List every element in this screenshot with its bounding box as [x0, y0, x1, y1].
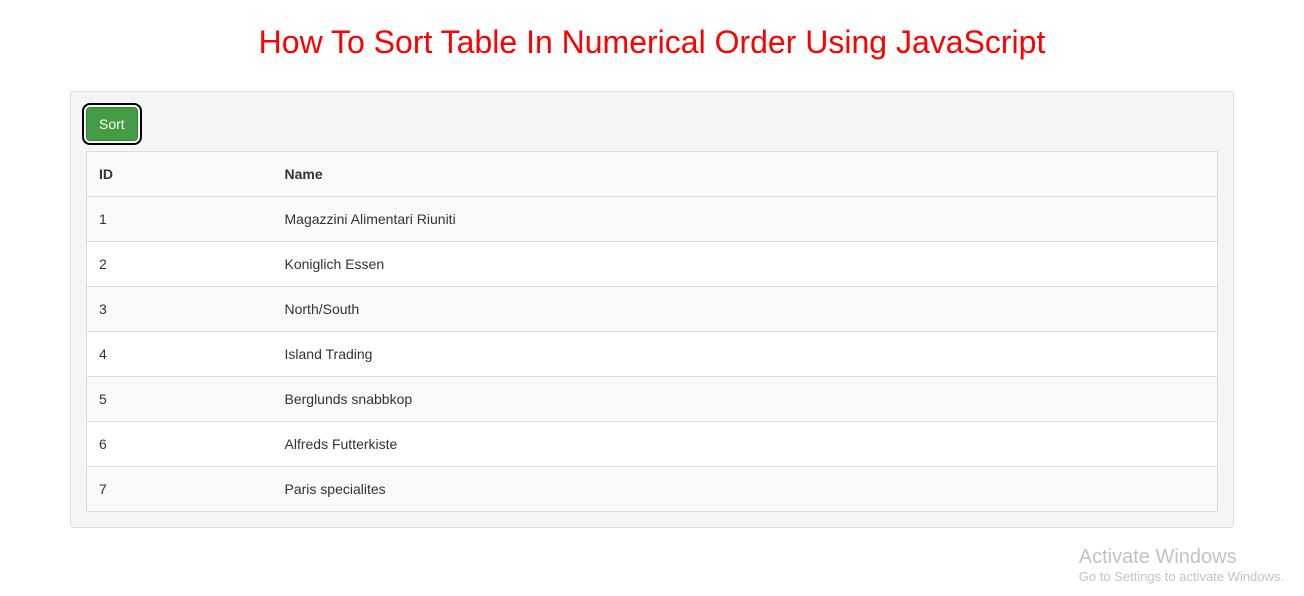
cell-id: 1 — [87, 197, 277, 242]
cell-id: 5 — [87, 377, 277, 422]
cell-name: Island Trading — [277, 332, 1218, 377]
cell-id: 2 — [87, 242, 277, 287]
table-row: 1 Magazzini Alimentari Riuniti — [87, 197, 1218, 242]
table-row: 2 Koniglich Essen — [87, 242, 1218, 287]
cell-name: Paris specialites — [277, 467, 1218, 512]
cell-id: 3 — [87, 287, 277, 332]
table-row: 5 Berglunds snabbkop — [87, 377, 1218, 422]
table-row: 6 Alfreds Futterkiste — [87, 422, 1218, 467]
cell-id: 6 — [87, 422, 277, 467]
cell-name: Koniglich Essen — [277, 242, 1218, 287]
table-row: 7 Paris specialites — [87, 467, 1218, 512]
column-header-id: ID — [87, 152, 277, 197]
cell-id: 7 — [87, 467, 277, 512]
panel: Sort ID Name 1 Magazzini Alimentari Riun… — [70, 91, 1234, 528]
data-table: ID Name 1 Magazzini Alimentari Riuniti 2… — [86, 151, 1218, 512]
cell-id: 4 — [87, 332, 277, 377]
sort-button[interactable]: Sort — [86, 107, 138, 141]
watermark-subtitle: Go to Settings to activate Windows. — [1079, 569, 1284, 584]
cell-name: Alfreds Futterkiste — [277, 422, 1218, 467]
column-header-name: Name — [277, 152, 1218, 197]
table-row: 4 Island Trading — [87, 332, 1218, 377]
cell-name: Magazzini Alimentari Riuniti — [277, 197, 1218, 242]
table-row: 3 North/South — [87, 287, 1218, 332]
watermark-title: Activate Windows — [1079, 545, 1284, 569]
cell-name: Berglunds snabbkop — [277, 377, 1218, 422]
cell-name: North/South — [277, 287, 1218, 332]
windows-activation-watermark: Activate Windows Go to Settings to activ… — [1079, 545, 1284, 584]
page-title: How To Sort Table In Numerical Order Usi… — [70, 24, 1234, 61]
